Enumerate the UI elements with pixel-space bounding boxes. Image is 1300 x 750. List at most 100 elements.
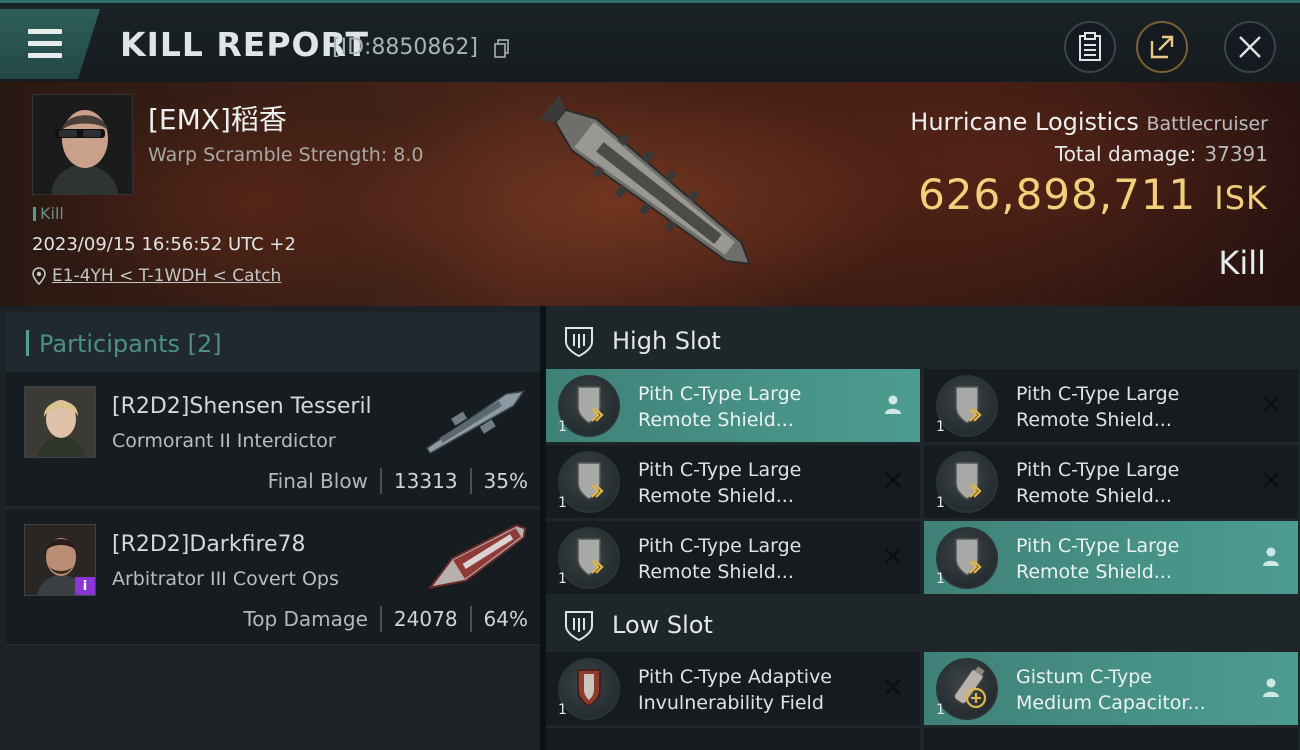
module-quantity: 1 — [936, 419, 945, 435]
module-item[interactable]: 1 Pith C-Type Large Remote Shield... — [924, 369, 1298, 442]
victim-ship-name: Hurricane Logistics — [910, 108, 1139, 136]
victim-ship-image[interactable] — [525, 90, 785, 290]
info-badge-icon: i — [75, 577, 95, 595]
participant-stats: Top Damage 24078 64% — [243, 606, 528, 632]
module-name-line1: Pith C-Type Adaptive — [638, 666, 832, 688]
total-damage-label: Total damage: — [1054, 142, 1197, 166]
participants-count: [2] — [187, 330, 222, 358]
kill-location[interactable]: E1-4YH < T-1WDH < Catch — [32, 266, 281, 286]
participant-avatar[interactable]: i — [24, 524, 96, 596]
module-name-line1: Pith C-Type Large — [1016, 459, 1180, 481]
high-slot-label: High Slot — [612, 327, 721, 355]
participant-avatar[interactable] — [24, 386, 96, 458]
fitting-panel: High Slot 1 Pith C-Type Large Remote Shie… — [546, 306, 1300, 750]
participant-role: Final Blow — [267, 469, 368, 493]
location-link[interactable]: E1-4YH < T-1WDH < Catch — [52, 266, 281, 286]
victim-ship[interactable]: Hurricane Logistics Battlecruiser — [910, 108, 1268, 136]
person-icon — [1263, 547, 1279, 566]
module-name-line1: Pith C-Type Large — [1016, 383, 1180, 405]
module-name-line2: Remote Shield... — [1016, 561, 1172, 583]
copy-icon[interactable] — [494, 39, 510, 59]
participants-panel: Participants [2] [R2D2]Shensen Tesseril … — [0, 306, 540, 750]
shield-booster-icon — [936, 527, 998, 589]
x-icon — [1263, 472, 1279, 488]
high-slot-icon — [565, 327, 593, 358]
shield-booster-icon — [558, 451, 620, 513]
module-name-line2: Remote Shield... — [638, 409, 794, 431]
capacitor-battery-icon — [936, 658, 998, 720]
x-icon — [1263, 396, 1279, 412]
participant-name[interactable]: [R2D2]Darkfire78 — [112, 532, 306, 557]
module-quantity: 1 — [936, 495, 945, 511]
module-name-line2: Medium Capacitor... — [1016, 692, 1206, 714]
module-item-partial[interactable] — [924, 728, 1298, 750]
participant-damage: 13313 — [393, 469, 458, 493]
module-name: Pith C-Type Large Remote Shield... — [638, 533, 878, 585]
participant-percent: 35% — [483, 469, 528, 493]
shield-booster-icon — [936, 375, 998, 437]
invulnerability-field-icon — [558, 658, 620, 720]
result-label: Kill — [1218, 244, 1266, 282]
module-name: Pith C-Type Large Remote Shield... — [1016, 381, 1256, 433]
module-name-line1: Pith C-Type Large — [638, 459, 802, 481]
x-icon — [885, 679, 901, 695]
person-icon — [885, 395, 901, 414]
isk-value: 626,898,711 ISK — [918, 170, 1268, 219]
module-quantity: 1 — [558, 495, 567, 511]
share-button[interactable] — [1136, 21, 1188, 73]
module-name-line2: Remote Shield... — [1016, 485, 1172, 507]
module-item-partial[interactable] — [546, 728, 920, 750]
report-id: [ID:8850862] — [332, 35, 478, 60]
module-item[interactable]: 1 Pith C-Type Large Remote Shield... — [924, 521, 1298, 594]
participant-row[interactable]: [R2D2]Shensen Tesseril Cormorant II Inte… — [6, 372, 540, 508]
module-item[interactable]: 1 Pith C-Type Large Remote Shield... — [924, 445, 1298, 518]
participant-row[interactable]: i [R2D2]Darkfire78 Arbitrator III Covert… — [6, 510, 540, 646]
module-item[interactable]: 1 Pith C-Type Large Remote Shield... — [546, 445, 920, 518]
participant-ship-image[interactable] — [416, 516, 536, 602]
module-name-line2: Remote Shield... — [1016, 409, 1172, 431]
shield-booster-icon — [558, 375, 620, 437]
module-name-line1: Pith C-Type Large — [638, 535, 802, 557]
module-name-line2: Invulnerability Field — [638, 692, 824, 714]
participant-role: Top Damage — [243, 607, 368, 631]
participant-portrait-icon — [25, 387, 95, 457]
low-slot-icon — [565, 611, 593, 642]
module-name-line2: Remote Shield... — [638, 485, 794, 507]
module-name-line1: Gistum C-Type — [1016, 666, 1152, 688]
victim-name[interactable]: [EMX]稻香 — [148, 98, 287, 138]
module-name: Pith C-Type Large Remote Shield... — [638, 457, 878, 509]
module-quantity: 1 — [558, 702, 567, 718]
menu-button[interactable] — [0, 9, 100, 79]
module-item[interactable]: 1 Pith C-Type Large Remote Shield... — [546, 521, 920, 594]
participant-percent: 64% — [483, 607, 528, 631]
module-name-line1: Pith C-Type Large — [1016, 535, 1180, 557]
low-slot-label: Low Slot — [612, 611, 713, 639]
participant-name[interactable]: [R2D2]Shensen Tesseril — [112, 394, 372, 419]
clipboard-button[interactable] — [1064, 21, 1116, 73]
close-button[interactable] — [1224, 21, 1276, 73]
shield-booster-icon — [936, 451, 998, 513]
participant-ship: Cormorant II Interdictor — [112, 430, 336, 452]
participant-ship-image[interactable] — [416, 378, 536, 464]
clipboard-icon — [1079, 32, 1101, 61]
module-name: Pith C-Type Large Remote Shield... — [1016, 533, 1256, 585]
module-name: Pith C-Type Large Remote Shield... — [638, 381, 878, 433]
location-pin-icon — [32, 267, 46, 285]
module-item[interactable]: 1 Pith C-Type Large Remote Shield... — [546, 369, 920, 442]
top-bar: KILL REPORT [ID:8850862] — [0, 0, 1300, 82]
participants-header: Participants [2] — [6, 312, 540, 372]
total-damage-value: 37391 — [1204, 142, 1268, 166]
module-item[interactable]: 1 Pith C-Type Adaptive Invulnerability Fi… — [546, 652, 920, 725]
module-quantity: 1 — [558, 571, 567, 587]
module-name-line2: Remote Shield... — [638, 561, 794, 583]
module-name: Gistum C-Type Medium Capacitor... — [1016, 664, 1256, 716]
participant-ship: Arbitrator III Covert Ops — [112, 568, 339, 590]
module-item[interactable]: 1 Gistum C-Type Medium Capacitor... — [924, 652, 1298, 725]
isk-unit: ISK — [1214, 179, 1268, 217]
participants-title: Participants — [39, 330, 180, 358]
x-icon — [885, 548, 901, 564]
person-icon — [1263, 678, 1279, 697]
module-quantity: 1 — [936, 702, 945, 718]
victim-avatar[interactable] — [32, 94, 133, 195]
warp-scramble-strength: Warp Scramble Strength: 8.0 — [148, 144, 424, 166]
